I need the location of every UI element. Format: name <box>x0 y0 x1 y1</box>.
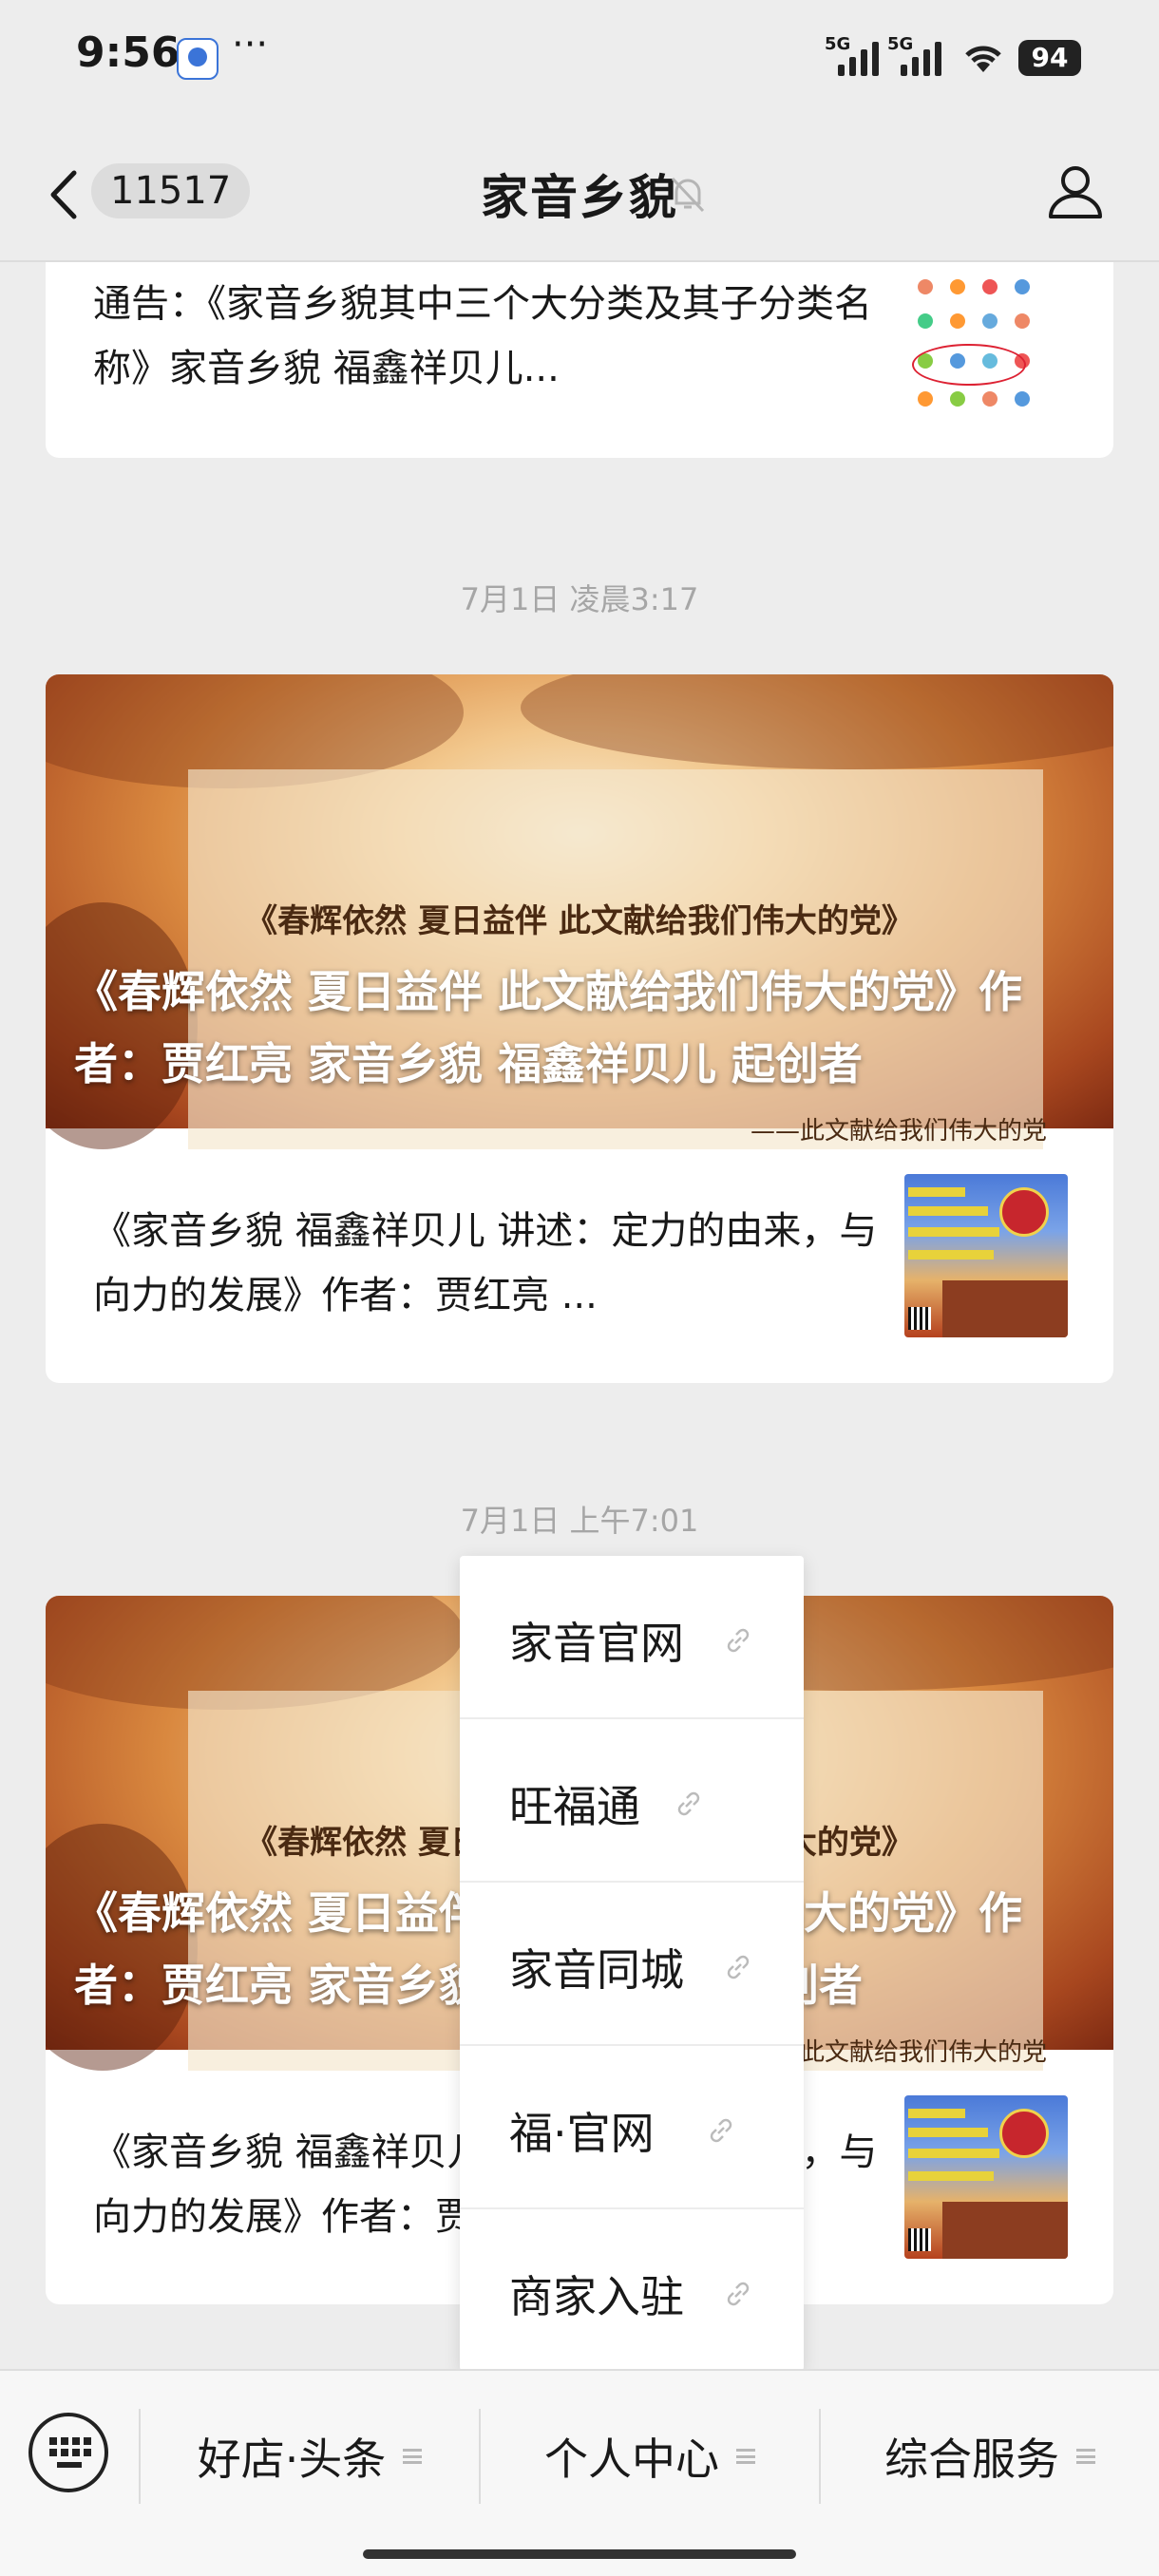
link-icon <box>677 1791 700 1816</box>
submenu-item[interactable]: 旺福通 <box>460 1719 804 1883</box>
article-thumbnail <box>904 2095 1068 2259</box>
submenu-item-label: 家音官网 <box>509 1618 684 1669</box>
wifi-icon <box>960 38 1007 85</box>
link-icon <box>727 1955 750 1979</box>
hero-poem: 《春辉依然 夏日益伴 此文献给我们伟大的党》 <box>245 902 914 940</box>
link-icon <box>710 2118 732 2143</box>
article-title: 通告：《家音乡貌其中三个大分类及其子分类名称》家音乡貌 福鑫祥贝儿... <box>93 282 872 390</box>
home-indicator[interactable] <box>363 2549 796 2559</box>
chat-title: 家音乡貌 <box>481 170 678 225</box>
menu-tab[interactable]: 综合服务 <box>821 2409 1159 2504</box>
article-thumbnail <box>904 1174 1068 1337</box>
status-time: 9:56 <box>76 28 180 77</box>
submenu-indicator-icon <box>736 2449 755 2464</box>
article-row[interactable]: 通告：《家音乡貌其中三个大分类及其子分类名称》家音乡貌 福鑫祥贝儿... <box>46 262 1113 458</box>
user-icon <box>1049 166 1102 218</box>
menu-tab[interactable]: 个人中心 <box>481 2409 819 2504</box>
article-row[interactable]: 《家音乡貌 福鑫祥贝儿 讲述：定力的由来，与向力的发展》作者：贾红亮 ... <box>46 1127 1113 1383</box>
app-notification-icon <box>177 38 218 80</box>
more-notifications-icon: ··· <box>232 23 269 66</box>
signal-strength-1-icon <box>838 42 879 76</box>
menu-tab[interactable]: 好店·头条 <box>141 2409 479 2504</box>
keyboard-toggle-button[interactable] <box>28 2413 108 2492</box>
submenu-item-label: 商家入驻 <box>509 2271 684 2322</box>
submenu-popup: 家音官网 旺福通 家音同城 福·官网 商家入驻 <box>460 1556 804 2371</box>
submenu-indicator-icon <box>1076 2449 1095 2464</box>
hero-caption: 《春辉依然 夏日益伴 此文献给我们伟大的党》作者：贾红亮 家音乡貌 福鑫祥贝儿 … <box>74 966 1023 1089</box>
submenu-item[interactable]: 福·官网 <box>460 2046 804 2209</box>
submenu-item-label: 家音同城 <box>509 1944 684 1996</box>
menu-tab-label: 综合服务 <box>884 2434 1059 2485</box>
link-icon <box>727 2282 750 2306</box>
article-card[interactable]: 通告：《家音乡貌其中三个大分类及其子分类名称》家音乡貌 福鑫祥贝儿... <box>46 262 1113 458</box>
battery-indicator: 94 <box>1018 40 1081 76</box>
article-card[interactable]: 《春辉依然 夏日益伴 此文献给我们伟大的党》 《春辉依然 夏日益伴 此文献给我们… <box>46 674 1113 1383</box>
submenu-item[interactable]: 商家入驻 <box>460 2209 804 2373</box>
signal-strength-2-icon <box>901 42 941 76</box>
message-timestamp: 7月1日 上午7:01 <box>460 1503 699 1539</box>
article-hero[interactable]: 《春辉依然 夏日益伴 此文献给我们伟大的党》 《春辉依然 夏日益伴 此文献给我们… <box>46 674 1113 1149</box>
submenu-item[interactable]: 家音同城 <box>460 1883 804 2046</box>
submenu-item-label: 福·官网 <box>509 2108 655 2159</box>
message-timestamp: 7月1日 凌晨3:17 <box>460 581 699 617</box>
submenu-item[interactable]: 家音官网 <box>460 1556 804 1719</box>
bottom-menu-bar: 好店·头条 个人中心 综合服务 <box>0 2369 1159 2576</box>
menu-tab-label: 个人中心 <box>544 2434 719 2485</box>
profile-button[interactable] <box>1045 161 1106 222</box>
article-title: 《家音乡貌 福鑫祥贝儿 讲述：定力的由来，与向力的发展》作者：贾红亮 ... <box>93 1209 878 1317</box>
menu-tab-label: 好店·头条 <box>197 2434 387 2485</box>
link-icon <box>727 1628 750 1653</box>
mute-bell-icon <box>665 171 711 217</box>
article-thumbnail <box>904 266 1047 427</box>
chat-header: 11517 家音乡貌 <box>0 133 1159 256</box>
submenu-indicator-icon <box>403 2449 423 2464</box>
submenu-item-label: 旺福通 <box>509 1781 640 1832</box>
status-bar: 9:56 ··· 5G 5G 94 <box>0 0 1159 114</box>
